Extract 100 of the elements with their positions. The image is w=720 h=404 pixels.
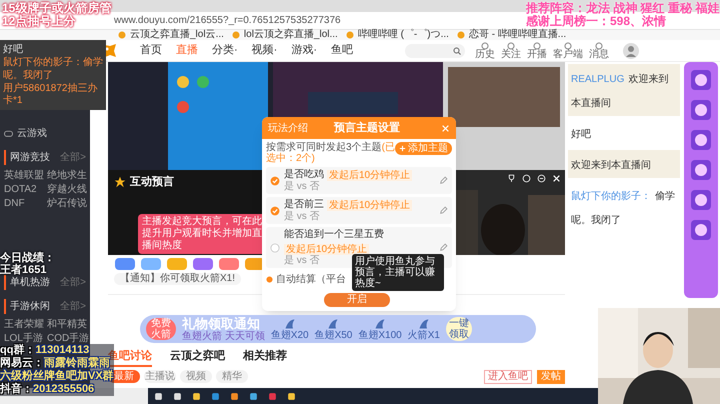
minimize-icon[interactable] [537,174,546,183]
app-icon[interactable] [192,392,201,400]
timer-badge: 发起后10分钟停止 [284,244,370,255]
header-action-link[interactable]: 消息 [589,50,610,60]
bookmark-link[interactable]: 云顶之弈直播_lol云... [130,29,224,41]
gift-label: 鱼翅X100 [358,330,402,340]
app-icon[interactable] [230,392,239,400]
fin-icon [373,318,388,330]
category-link[interactable]: 炉石传说 [47,198,86,210]
category-link[interactable]: DOTA2 [4,184,43,196]
avatar-icon [623,42,640,58]
overlay-text: 今日战绩： [0,252,55,264]
fin-icon [326,318,340,330]
category-link[interactable]: 英雄联盟 [4,170,43,182]
gift-label: 鱼翅X20 [270,330,309,340]
search-icon [453,46,462,54]
app-icon[interactable] [249,392,258,400]
bookmark-icon [456,31,465,39]
topic-title: 是否前三 [284,199,324,211]
tooltip: 用户使用鱼丸参与预言，主播可以赚热度~ [352,254,444,291]
timer-badge: 发起后10分钟停止 [327,200,412,210]
panel-title: 互动预言 [130,174,174,190]
edit-icon[interactable] [439,206,448,215]
address-url[interactable]: www.douyu.com/216555?_r=0.7651257535277376 [114,14,341,26]
nav-tab[interactable]: 首页 [140,42,162,59]
banner-subtitle: 鱼翅火箭 天天可领 [182,330,265,342]
overlay-text: 12点抽号上分 [2,15,76,28]
category-link[interactable]: LOL手游 [4,333,43,345]
topic-title: 能否追到一个三星五费 [284,229,384,241]
header-action-icon [595,42,604,50]
filter-chip[interactable]: 主播说 [144,370,176,383]
search-field[interactable] [405,44,466,58]
enter-forum-button[interactable]: 进入鱼吧 [484,370,532,384]
star-icon [114,176,126,188]
chat-message: 好吧 [3,44,24,56]
category-link[interactable]: 绝地求生 [47,170,86,182]
app-icon[interactable] [173,392,182,400]
category-link[interactable]: 王者荣耀 [4,319,43,331]
section-title: 单机热游 [10,276,50,290]
checkbox[interactable] [270,242,280,252]
filter-chip[interactable]: 精华 [216,370,248,383]
overlay-label: 网易云： [0,357,44,370]
nav-tab[interactable]: 视频· [252,42,278,59]
checkbox[interactable] [270,176,280,186]
options-text: 是 vs 否 [284,181,320,192]
notice-text: 【通知】你可领取火箭X1! [114,273,242,285]
badge: 免费火箭 [146,318,176,340]
trophy-icon[interactable] [507,174,516,183]
chat-message: 好吧 [571,129,591,140]
forum-tab[interactable]: 云顶之弈吧 [170,348,225,366]
nav-tab[interactable]: 鱼吧 [331,42,354,59]
bookmark-icon [118,31,126,39]
gift-label: 鱼翅X50 [314,330,352,340]
app-icon[interactable] [287,392,296,400]
topic-title: 是否吃鸡 [284,169,324,181]
overlay-label: qq群： [0,344,36,357]
bookmark-link[interactable]: lol云顶之弈直播_lol... [244,29,338,41]
nav-tab[interactable]: 分类· [212,42,238,59]
banner-title: 礼物领取通知 [182,316,261,330]
app-icon[interactable] [154,392,163,400]
chat-message: 欢迎来到本直播间 [571,160,651,171]
bookmark-link[interactable]: 恋哥 - 哔哩哔哩直播... [468,29,566,41]
bookmark-icon [346,31,354,39]
nav-tab[interactable]: 直播 [176,42,198,59]
sidebar-link[interactable]: 云游戏 [17,126,47,141]
header-action-link[interactable]: 历史 [475,50,496,60]
promo-banner[interactable]: 免费火箭 礼物领取通知 鱼翅火箭 天天可领 鱼翅X20 鱼翅X50 鱼翅X100 火箭X1 一键领取 [140,315,536,343]
topic-row[interactable]: 是否吃鸡 发起后10分钟停止 是 vs 否 [266,167,452,194]
more-link[interactable]: 全部> [60,299,86,314]
claim-button[interactable]: 一键领取 [446,317,472,341]
category-link[interactable]: DNF [4,198,43,210]
chat-message: 鼠灯下你的影子： 偷学呢。我闭了 [571,191,675,226]
forum-tab[interactable]: 相关推荐 [243,348,287,366]
section-title: 手游休闲 [10,300,50,314]
gamepad-icon [4,129,13,138]
overlay-text: 15级牌子或火箭房管 [2,2,112,15]
more-link[interactable]: 全部> [60,150,86,165]
radio-icon[interactable] [266,276,273,283]
more-link[interactable]: 全部> [60,275,86,290]
overlay-text: 113014113 [35,344,90,357]
checkbox[interactable] [270,206,280,216]
header-action-link[interactable]: 客户端 [553,50,584,60]
topic-row[interactable]: 是否前三 发起后10分钟停止 是 vs 否 [266,197,452,224]
edit-icon[interactable] [439,176,448,185]
filter-chip[interactable]: 视频 [180,370,212,383]
edit-icon[interactable] [439,243,448,252]
nav-tab[interactable]: 游戏· [291,42,318,59]
overlay-text: 王者1651 [0,264,48,276]
category-link[interactable]: 和平精英 [47,319,86,331]
chat-message: REALPLUG 欢迎来到本直播间 [571,74,668,109]
bookmark-link[interactable]: 哔哩哔哩 (゜-゜)つ... [358,29,449,41]
option-label: 自动结算（平台 [276,272,346,287]
close-icon[interactable] [552,174,561,183]
chat-message: 呢。我闭了 [3,70,54,82]
header-action-icon [533,42,542,50]
category-link[interactable]: 穿越火线 [47,184,86,196]
header-action-link[interactable]: 开播 [527,50,548,60]
header-action-link[interactable]: 关注 [501,50,522,60]
overlay-text: 推荐阵容：龙法 战神 猩红 重秘 福娃 [526,2,720,15]
header-action-icon [481,42,490,50]
